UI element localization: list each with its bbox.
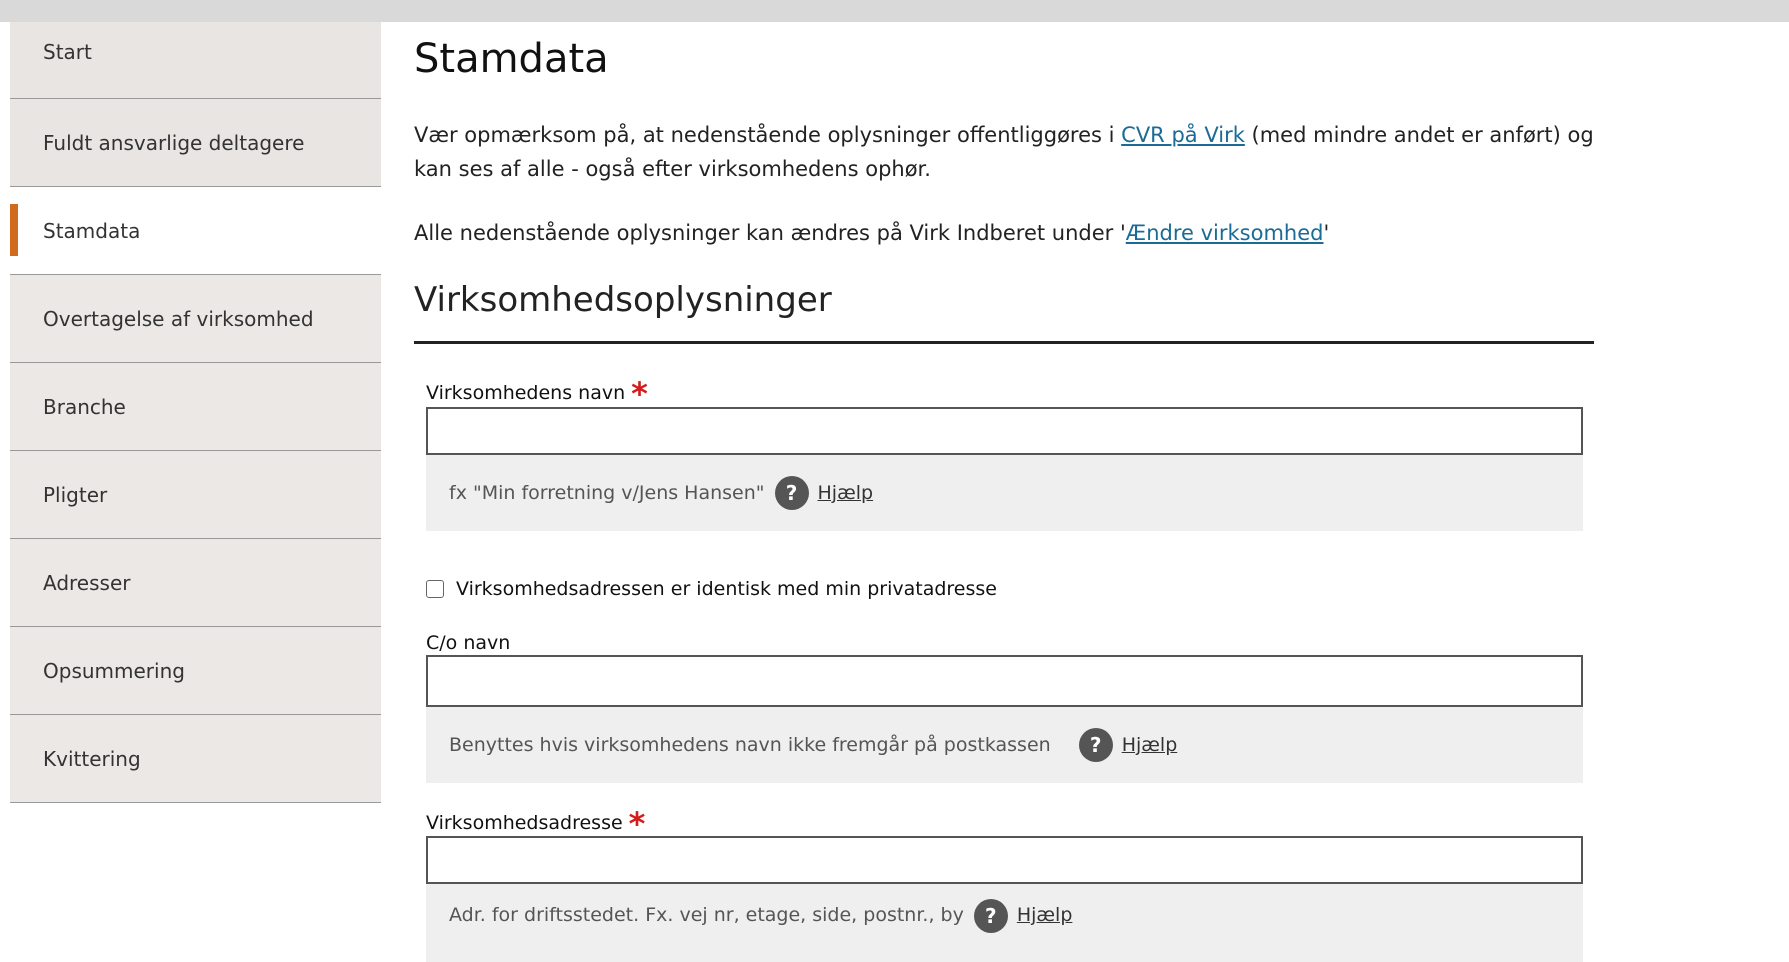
company-address-hint: Adr. for driftsstedet. Fx. vej nr, etage… (449, 904, 964, 926)
sidebar-item-kvittering[interactable]: Kvittering (10, 715, 381, 803)
sidebar-item-label: Branche (43, 394, 126, 419)
question-circle-icon[interactable]: ? (973, 899, 1008, 933)
sidebar-item-fuldt-ansvarlige-deltagere[interactable]: Fuldt ansvarlige deltagere (10, 99, 381, 187)
page-title: Stamdata (414, 36, 609, 82)
sidebar-item-pligter[interactable]: Pligter (10, 451, 381, 539)
sidebar-item-label: Opsummering (43, 658, 185, 683)
sidebar-item-opsummering[interactable]: Opsummering (10, 627, 381, 715)
company-name-help-link[interactable]: Hjælp (818, 482, 874, 504)
sidebar-item-stamdata[interactable]: Stamdata (10, 187, 381, 275)
co-name-label: C/o navn (426, 632, 510, 654)
company-address-label: Virksomhedsadresse * (426, 808, 645, 840)
same-address-checkbox[interactable] (426, 580, 444, 598)
sidebar-item-label: Kvittering (43, 746, 141, 771)
sidebar-item-label: Fuldt ansvarlige deltagere (43, 130, 305, 155)
top-bar (0, 0, 1789, 22)
company-name-label-text: Virksomhedens navn (426, 382, 626, 404)
company-name-input[interactable] (426, 407, 1583, 455)
same-address-row: Virksomhedsadressen er identisk med min … (426, 578, 997, 600)
company-name-label: Virksomhedens navn * (426, 378, 648, 410)
same-address-label[interactable]: Virksomhedsadressen er identisk med min … (456, 578, 997, 600)
sidebar-item-overtagelse[interactable]: Overtagelse af virksomhed (10, 275, 381, 363)
section-title: Virksomhedsoplysninger (414, 280, 832, 320)
intro-paragraph: Vær opmærksom på, at nedenstående oplysn… (414, 118, 1594, 186)
sidebar-item-label: Adresser (43, 570, 131, 595)
question-circle-icon[interactable]: ? (1078, 728, 1113, 762)
change-paragraph: Alle nedenstående oplysninger kan ændres… (414, 216, 1594, 250)
co-name-help-link[interactable]: Hjælp (1122, 734, 1178, 756)
company-name-help: fx "Min forretning v/Jens Hansen" ? Hjæl… (426, 455, 1583, 531)
company-address-help: Adr. for driftsstedet. Fx. vej nr, etage… (426, 884, 1583, 962)
sidebar-nav: Start Fuldt ansvarlige deltagere Stamdat… (10, 22, 381, 803)
co-name-input[interactable] (426, 655, 1583, 707)
intro-text-before: Vær opmærksom på, at nedenstående oplysn… (414, 123, 1122, 147)
change-text-after: ' (1323, 221, 1330, 245)
sidebar-item-branche[interactable]: Branche (10, 363, 381, 451)
sidebar-item-start[interactable]: Start (10, 22, 381, 99)
company-address-help-link[interactable]: Hjælp (1017, 904, 1073, 926)
cvr-paa-virk-link[interactable]: CVR på Virk (1121, 123, 1245, 147)
aendre-virksomhed-link[interactable]: Ændre virksomhed (1126, 221, 1324, 245)
sidebar-item-label: Stamdata (43, 218, 141, 243)
company-address-input[interactable] (426, 836, 1583, 884)
company-address-label-text: Virksomhedsadresse (426, 812, 623, 834)
co-name-help: Benyttes hvis virksomhedens navn ikke fr… (426, 707, 1583, 783)
change-text-before: Alle nedenstående oplysninger kan ændres… (414, 221, 1126, 245)
co-name-label-text: C/o navn (426, 632, 511, 654)
sidebar-item-label: Overtagelse af virksomhed (43, 306, 314, 331)
co-name-hint: Benyttes hvis virksomhedens navn ikke fr… (449, 734, 1051, 756)
sidebar-item-adresser[interactable]: Adresser (10, 539, 381, 627)
sidebar-item-label: Start (43, 40, 92, 64)
section-divider (414, 341, 1594, 344)
question-circle-icon[interactable]: ? (774, 476, 809, 510)
company-name-hint: fx "Min forretning v/Jens Hansen" (449, 482, 765, 504)
sidebar-item-label: Pligter (43, 482, 108, 507)
